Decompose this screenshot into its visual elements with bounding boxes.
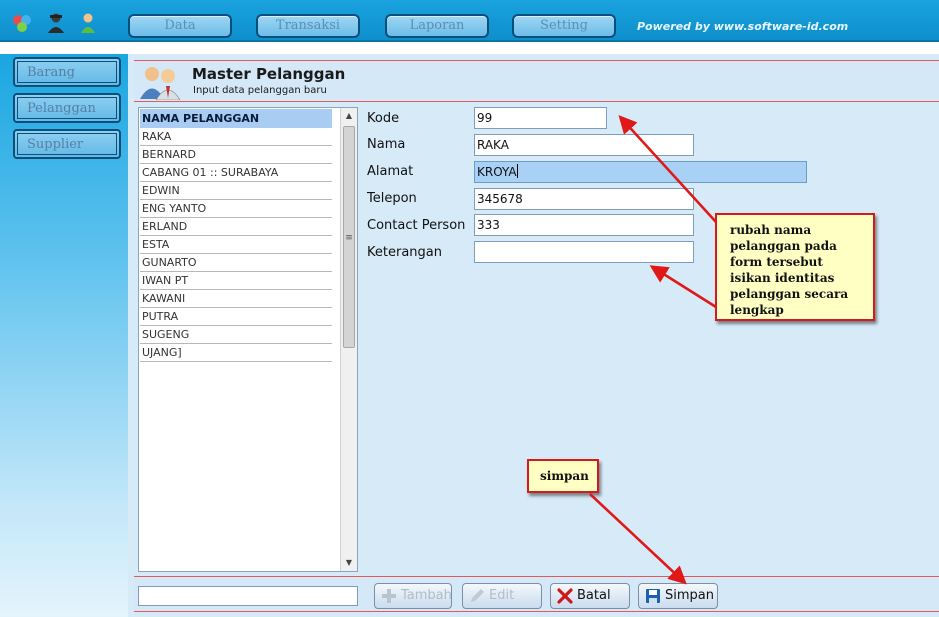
scroll-down-icon[interactable]: ▼ [341,555,357,571]
person-icon[interactable] [77,12,99,34]
list-item[interactable]: ENG YANTO [140,200,332,218]
list-item[interactable]: KAWANI [140,290,332,308]
list-item[interactable]: UJANG] [140,344,332,362]
telepon-label: Telepon [367,191,417,206]
simpan-button[interactable]: Simpan [638,583,718,609]
list-item[interactable]: IWAN PT [140,272,332,290]
page-subtitle: Input data pelanggan baru [193,85,327,96]
keterangan-label: Keterangan [367,245,442,260]
cancel-icon [557,588,573,604]
customer-list[interactable]: NAMA PELANGGAN RAKA BERNARD CABANG 01 ::… [138,107,358,572]
list-item[interactable]: EDWIN [140,182,332,200]
list-item[interactable]: CABANG 01 :: SURABAYA [140,164,332,182]
simpan-label: Simpan [665,588,714,603]
simpan-note: simpan [527,459,599,493]
list-item[interactable]: ERLAND [140,218,332,236]
agent-icon[interactable] [45,12,67,34]
list-item[interactable]: PUTRA [140,308,332,326]
contact-person-label: Contact Person [367,218,466,233]
instruction-note: rubah nama pelanggan pada form tersebut … [715,213,875,321]
scroll-thumb[interactable]: ≡ [343,126,355,348]
powered-by-text: Powered by www.software-id.com [637,20,849,33]
alamat-label: Alamat [367,164,414,179]
menu-setting-button[interactable]: Setting [512,14,616,38]
nama-field[interactable]: RAKA [474,134,694,156]
search-input[interactable] [138,586,358,606]
list-item[interactable]: RAKA [140,128,332,146]
keterangan-field[interactable] [474,241,694,263]
pencil-icon [471,589,484,602]
page-title: Master Pelanggan [192,65,346,83]
sidebar: Barang Pelanggan Supplier [0,54,128,617]
menu-data-button[interactable]: Data [128,14,232,38]
top-menu-bar: Data Transaksi Laporan Setting Powered b… [0,0,939,42]
alamat-field[interactable]: KROYA [474,161,807,183]
list-item[interactable]: ESTA [140,236,332,254]
text-caret [516,164,518,178]
list-item[interactable]: GUNARTO [140,254,332,272]
tambah-label: Tambah [401,588,452,603]
menu-transaksi-button[interactable]: Transaksi [256,14,360,38]
menu-laporan-button[interactable]: Laporan [385,14,489,38]
nama-label: Nama [367,137,406,152]
plus-icon [382,589,396,603]
sidebar-item-barang[interactable]: Barang [13,57,121,87]
main-panel: Master Pelanggan Input data pelanggan ba… [128,54,939,617]
list-header[interactable]: NAMA PELANGGAN [140,109,332,128]
kode-label: Kode [367,111,400,126]
list-item[interactable]: BERNARD [140,146,332,164]
customers-icon [140,67,181,100]
contact-person-field[interactable]: 333 [474,214,694,236]
sidebar-item-label: Supplier [17,133,117,155]
alamat-value: KROYA [477,165,517,179]
save-icon [646,589,660,603]
sidebar-item-supplier[interactable]: Supplier [13,129,121,159]
edit-button[interactable]: Edit [462,583,542,609]
kode-field[interactable]: 99 [474,107,607,129]
edit-label: Edit [489,588,515,603]
batal-button[interactable]: Batal [550,583,630,609]
tambah-button[interactable]: Tambah [374,583,452,609]
list-item[interactable]: SUGENG [140,326,332,344]
sidebar-item-label: Barang [17,61,117,83]
sidebar-item-label: Pelanggan [17,97,117,119]
batal-label: Batal [577,588,611,603]
telepon-field[interactable]: 345678 [474,188,694,210]
page-header: Master Pelanggan Input data pelanggan ba… [134,60,939,102]
action-bar: Tambah Edit Batal Simpan [134,576,939,612]
scroll-up-icon[interactable]: ▲ [341,108,357,124]
sidebar-item-pelanggan[interactable]: Pelanggan [13,93,121,123]
list-scrollbar[interactable]: ▲ ≡ ▼ [340,108,357,571]
user-group-icon[interactable] [11,12,33,34]
